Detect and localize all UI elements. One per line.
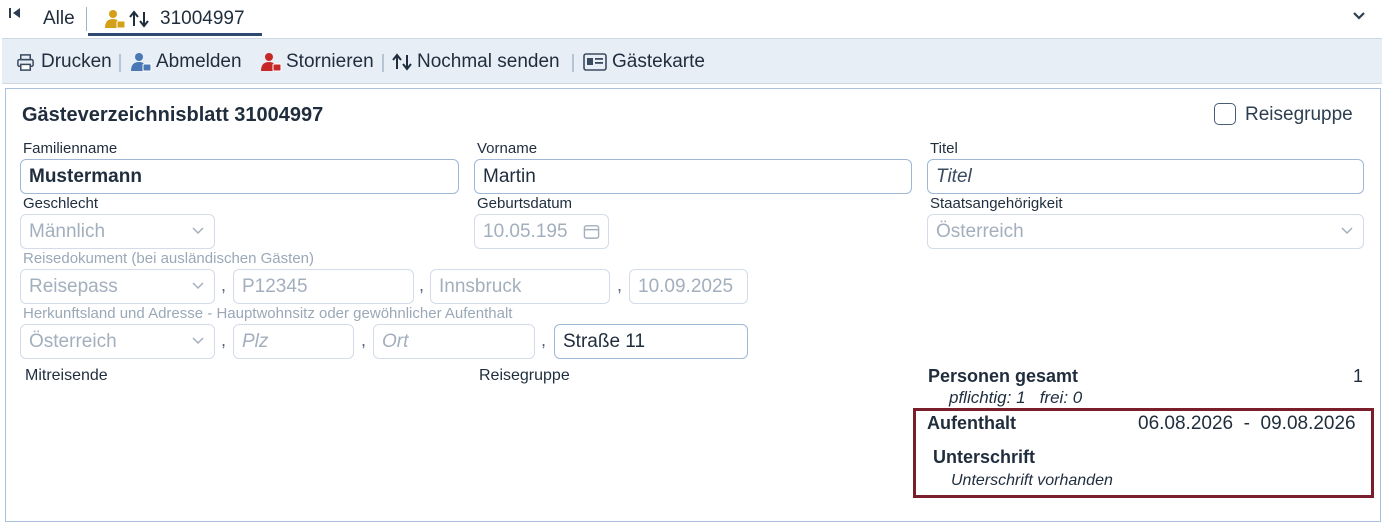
signature-label: Unterschrift — [933, 447, 1036, 467]
page-title: Gästeverzeichnisblatt 31004997 — [22, 104, 324, 126]
persons-total-label: Personen gesamt — [928, 366, 1079, 386]
separator-comma: , — [221, 330, 227, 350]
doc-type-value: Reisepass — [29, 275, 118, 297]
birthdate-value: 10.05.195 — [483, 220, 568, 242]
toolbar-divider — [119, 54, 121, 72]
family-name-value: Mustermann — [29, 165, 142, 187]
guestcard-button[interactable]: Gästekarte — [583, 51, 705, 73]
doc-authority-value: Innsbruck — [439, 275, 522, 297]
chevron-down-icon — [192, 278, 204, 293]
doc-type-select[interactable]: Reisepass — [20, 269, 215, 304]
gender-label: Geschlecht — [23, 195, 99, 212]
zip-placeholder: Plz — [242, 330, 269, 352]
guest-icon — [104, 8, 126, 35]
country-select[interactable]: Österreich — [20, 324, 215, 359]
user-checkout-icon — [130, 51, 152, 73]
tab-guest-record[interactable]: 31004997 — [88, 0, 262, 36]
travel-group-checkbox-label[interactable]: Reisegruppe — [1245, 104, 1353, 126]
travel-group-checkbox[interactable] — [1214, 103, 1236, 125]
family-name-label: Familienname — [23, 140, 118, 157]
first-name-field[interactable]: Martin — [474, 159, 912, 194]
companions-heading: Mitreisende — [25, 367, 108, 384]
city-field[interactable]: Ort — [373, 324, 535, 359]
calendar-icon[interactable] — [583, 223, 600, 246]
chevron-down-icon — [192, 223, 204, 238]
tab-guest-record-label: 31004997 — [160, 8, 245, 29]
street-value: Straße 11 — [563, 330, 646, 352]
stay-dates: 06.08.2026 - 09.08.2026 — [1138, 413, 1356, 434]
resend-arrows-icon — [391, 53, 413, 71]
birthdate-label: Geburtsdatum — [477, 195, 573, 212]
doc-authority-field[interactable]: Innsbruck — [430, 269, 610, 304]
separator-comma: , — [361, 330, 367, 350]
doc-date-value: 10.09.2025 — [638, 275, 734, 297]
first-name-value: Martin — [483, 165, 536, 187]
nationality-value: Österreich — [936, 220, 1024, 242]
origin-label: Herkunftsland und Adresse - Hauptwohnsit… — [23, 305, 513, 322]
cancel-label: Stornieren — [286, 51, 374, 72]
doc-number-field[interactable]: P12345 — [233, 269, 414, 304]
title-field[interactable]: Titel — [927, 159, 1364, 194]
persons-detail: pflichtig: 1 frei: 0 — [949, 388, 1083, 407]
zip-field[interactable]: Plz — [233, 324, 354, 359]
doc-date-field[interactable]: 10.09.2025 — [629, 269, 748, 304]
chevron-down-icon — [1341, 223, 1353, 238]
travel-group-heading: Reisegruppe — [479, 367, 570, 384]
checkout-label: Abmelden — [156, 51, 242, 72]
nationality-select[interactable]: Österreich — [927, 214, 1364, 249]
nationality-label: Staatsangehörigkeit — [930, 195, 1063, 212]
checkout-button[interactable]: Abmelden — [130, 51, 242, 73]
stay-label: Aufenthalt — [927, 413, 1016, 433]
guestcard-label: Gästekarte — [612, 51, 705, 72]
tab-divider — [86, 7, 87, 31]
resend-button[interactable]: Nochmal senden — [391, 51, 560, 73]
chevron-down-icon — [192, 333, 204, 348]
first-page-icon[interactable] — [8, 6, 22, 24]
toolbar: Drucken Abmelden Stornieren Nochmal send… — [2, 38, 1382, 84]
city-placeholder: Ort — [382, 330, 409, 352]
tab-all[interactable]: Alle — [43, 8, 75, 30]
toolbar-divider — [572, 54, 574, 72]
separator-comma: , — [419, 275, 425, 295]
first-name-label: Vorname — [477, 140, 538, 157]
separator-comma: , — [221, 275, 227, 295]
travel-doc-label: Reisedokument (bei ausländischen Gästen) — [23, 250, 314, 267]
family-name-field[interactable]: Mustermann — [20, 159, 459, 194]
chevron-down-icon[interactable] — [1352, 8, 1366, 26]
country-value: Österreich — [29, 330, 117, 352]
gender-select[interactable]: Männlich — [20, 214, 215, 249]
separator-comma: , — [617, 275, 623, 295]
print-label: Drucken — [41, 51, 112, 72]
user-cancel-icon — [260, 51, 282, 73]
signature-value: Unterschrift vorhanden — [951, 472, 1113, 489]
cancel-button[interactable]: Stornieren — [260, 51, 374, 73]
print-button[interactable]: Drucken — [16, 51, 112, 73]
sync-arrows-icon — [128, 10, 150, 33]
separator-comma: , — [541, 330, 547, 350]
gender-value: Männlich — [29, 220, 106, 242]
doc-number-value: P12345 — [242, 275, 308, 297]
persons-total-value: 1 — [1353, 366, 1364, 386]
title-placeholder: Titel — [936, 165, 972, 187]
resend-label: Nochmal senden — [417, 51, 560, 72]
id-card-icon — [583, 53, 607, 71]
street-field[interactable]: Straße 11 — [554, 324, 748, 359]
toolbar-divider — [382, 54, 384, 72]
title-label: Titel — [930, 140, 958, 157]
birthdate-field[interactable]: 10.05.195 — [474, 214, 609, 249]
printer-icon — [16, 53, 35, 72]
